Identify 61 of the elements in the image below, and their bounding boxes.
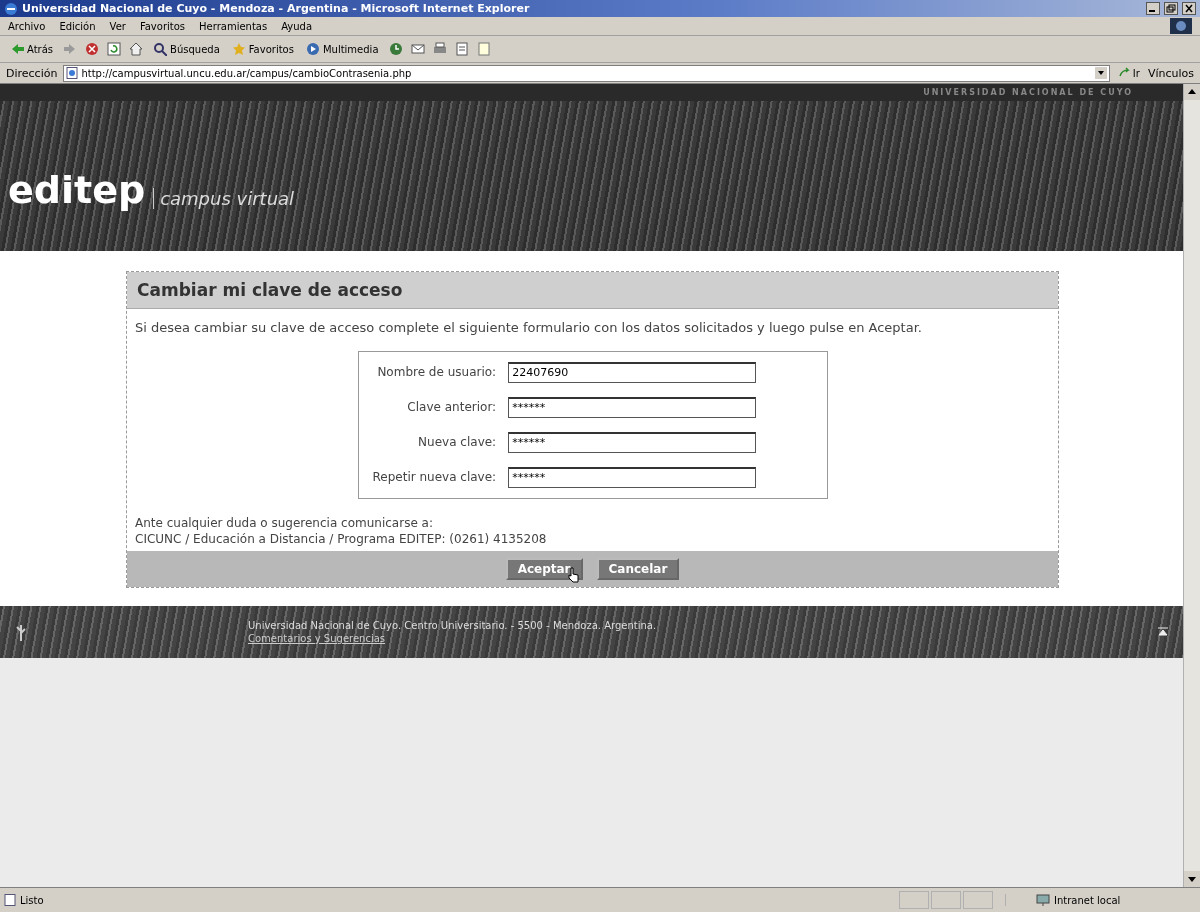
field-label: Clave anterior:: [406, 400, 497, 415]
play-icon: [305, 42, 320, 56]
status-panel: [963, 891, 993, 909]
network-icon: [1036, 894, 1050, 906]
status-panel: [899, 891, 929, 909]
site-logo: editep: [8, 171, 146, 209]
refresh-icon[interactable]: [107, 42, 122, 56]
edit-icon[interactable]: [454, 42, 469, 56]
browser-logo-icon: [1170, 18, 1192, 34]
contact-text: Ante cualquier duda o sugerencia comunicarse a: CICUNC / Educación a Distancia / Programa EDITEP: (0261) 4135208: [134, 514, 548, 548]
address-field[interactable]: http://campusvirtual.uncu.edu.ar/campus/cambioContrasenia.php: [63, 64, 1110, 82]
cancel-button[interactable]: Cancelar: [596, 557, 680, 580]
menu-item[interactable]: Ver: [109, 20, 126, 32]
toolbar-button[interactable]: Atrás: [8, 40, 56, 58]
go-arrow-icon: [1117, 67, 1130, 79]
intro-text: Si desea cambiar su clave de acceso complete el siguiente formulario con los datos solicitados y luego pulse en Aceptar.: [134, 319, 923, 337]
scroll-top-icon[interactable]: [1157, 625, 1169, 638]
status-text: Listo: [20, 894, 44, 906]
zone-text: Intranet local: [1054, 894, 1121, 906]
dropdown-icon[interactable]: [1094, 67, 1107, 79]
page-icon: [66, 67, 79, 79]
go-button[interactable]: Ir: [1115, 65, 1142, 81]
menu-item[interactable]: Edición: [59, 20, 96, 32]
menu-item[interactable]: Ayuda: [281, 20, 313, 32]
toolbar-button[interactable]: Multimedia: [303, 40, 381, 58]
form-title: Cambiar mi clave de acceso: [127, 272, 1058, 309]
scroll-down-icon[interactable]: [1184, 871, 1200, 887]
menu-item[interactable]: Favoritos: [139, 20, 186, 32]
footer-address: Universidad Nacional de Cuyo. Centro Universitario. - 5500 - Mendoza. Argentina.: [248, 619, 658, 631]
field-label: Nueva clave:: [417, 435, 497, 450]
input-field[interactable]: ******: [508, 466, 757, 488]
toolbar-button[interactable]: Favoritos: [229, 40, 296, 58]
stop-icon[interactable]: [85, 42, 100, 56]
links-label[interactable]: Vínculos: [1147, 66, 1194, 80]
field-label: Repetir nueva clave:: [372, 470, 497, 485]
search-icon: [153, 42, 168, 56]
star-icon: [231, 42, 246, 56]
input-field[interactable]: 22407690: [508, 361, 757, 383]
accept-button[interactable]: Aceptar: [505, 557, 583, 580]
window-title: Universidad Nacional de Cuyo - Mendoza - Argentina - Microsoft Internet Explorer: [22, 2, 530, 15]
status-panel: [931, 891, 961, 909]
site-subtitle: campus virtual: [153, 188, 295, 209]
address-label: Dirección: [6, 66, 58, 80]
field-label: Nombre de usuario:: [376, 365, 497, 380]
mail-icon[interactable]: [410, 42, 425, 56]
input-field[interactable]: ******: [508, 396, 757, 418]
university-name: UNIVERSIDAD NACIONAL DE CUYO: [923, 88, 1133, 97]
back-arrow-icon: [10, 42, 24, 56]
restore-icon[interactable]: [1164, 2, 1178, 15]
history-icon[interactable]: [388, 42, 403, 56]
menu-item[interactable]: Archivo: [8, 20, 46, 32]
page-status-icon: [4, 894, 16, 906]
feedback-link[interactable]: Comentarios y Sugerencias: [248, 632, 1147, 644]
scroll-up-icon[interactable]: [1184, 84, 1200, 100]
home-icon[interactable]: [129, 42, 144, 56]
print-icon[interactable]: [432, 42, 447, 56]
minimize-icon[interactable]: [1146, 2, 1160, 15]
input-field[interactable]: ******: [508, 431, 757, 453]
close-icon[interactable]: [1182, 2, 1196, 15]
toolbar-button[interactable]: Búsqueda: [151, 40, 222, 58]
menu-item[interactable]: Herramientas: [199, 20, 268, 32]
